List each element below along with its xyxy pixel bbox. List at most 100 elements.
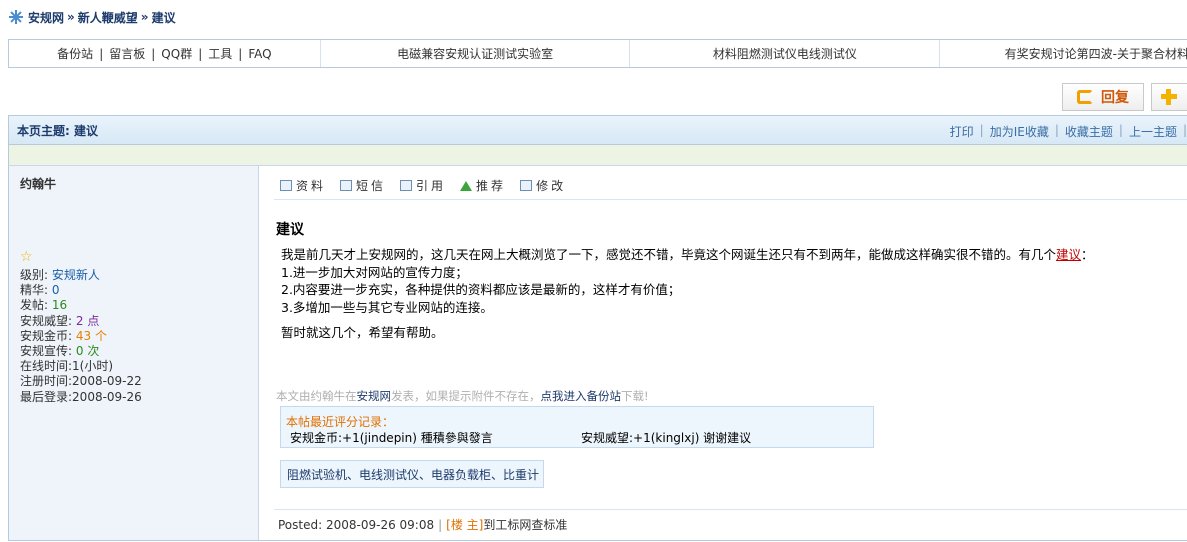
footer-divider	[274, 509, 1187, 510]
message-button[interactable]: 短信	[340, 177, 386, 194]
posted-time: 2008-09-26 09:08	[325, 518, 435, 532]
print-link[interactable]: 打印	[944, 123, 980, 140]
recommend-label: 推荐	[476, 179, 507, 193]
quote-button[interactable]: 引用	[400, 177, 446, 194]
level-label: 级别:	[20, 268, 49, 282]
post-toolbar: 资料 短信 引用 推荐 修改	[280, 177, 566, 194]
post-container: 约翰牛 ☆ 级别: 安规新人 精华: 0 发帖: 16 安规威望: 2 点 安规…	[8, 165, 1187, 541]
add-ie-favorite-link[interactable]: 加为IE收藏	[984, 123, 1055, 140]
previous-topic-link[interactable]: 上一主题	[1123, 123, 1183, 140]
breadcrumb-home-link[interactable]: 安规网	[28, 9, 64, 26]
topic-tools: 打印 | 加为IE收藏 | 收藏主题 | 上一主题 |	[944, 123, 1187, 140]
nav-ad-cell-2: 材料阻燃测试仪电线测试仪	[629, 40, 939, 67]
nav-ad-cell-1: 电磁兼容安规认证测试实验室	[319, 40, 630, 67]
breadcrumb-separator: »	[67, 10, 75, 24]
rating-entry-prestige: 安规威望:+1(kinglxj) 谢谢建议	[581, 431, 752, 445]
registered-value: 2008-09-22	[72, 374, 142, 389]
online-value: 1(小时)	[72, 359, 114, 374]
bookmark-topic-link[interactable]: 收藏主题	[1059, 123, 1119, 140]
prestige-value: 2 点	[75, 313, 100, 328]
nav-guestbook-link[interactable]: 留言板	[103, 45, 151, 62]
rating-record-box: 本帖最近评分记录： 安规金币:+1(jindepin) 種積參與發言 安规威望:…	[280, 406, 874, 448]
level-value: 安规新人	[51, 268, 100, 282]
source-note-part-3: 下载!	[621, 389, 649, 403]
nav-faq-link[interactable]: FAQ	[242, 47, 277, 61]
author-name[interactable]: 约翰牛	[20, 175, 56, 192]
nav-ad-emc-lab-link[interactable]: 电磁兼容安规认证测试实验室	[397, 45, 553, 62]
promo-value: 0 次	[75, 344, 100, 359]
profile-label: 资料	[296, 179, 327, 193]
post-line-1-suffix: ：	[1081, 247, 1094, 262]
rating-entry-coins: 安规金币:+1(jindepin) 種積參與發言	[290, 431, 493, 445]
coins-value: 43 个	[75, 328, 107, 343]
posts-value: 16	[51, 298, 68, 313]
edit-button[interactable]: 修改	[520, 177, 566, 194]
header-strip	[8, 145, 1187, 165]
nav-ad-discussion-link[interactable]: 有奖安规讨论第四波-关于聚合材料	[1005, 45, 1187, 62]
nav-links: 备份站 | 留言板 | QQ群 | 工具 | FAQ	[9, 40, 320, 67]
quote-icon	[400, 180, 413, 191]
post-line-2: 1.进一步加大对网站的宣传力度；	[281, 264, 468, 280]
reply-button[interactable]: 回复	[1062, 83, 1144, 111]
reply-icon	[1077, 90, 1093, 104]
recommend-button[interactable]: 推荐	[460, 177, 506, 194]
post-line-1-text: 我是前几天才上安规网的，这几天在网上大概浏览了一下，感觉还不错，毕竟这个网诞生还…	[281, 247, 1057, 262]
digest-label: 精华:	[20, 283, 49, 298]
nav-tools-link[interactable]: 工具	[202, 45, 238, 62]
post-line-3: 2.内容要进一步充实，各种提供的资料都应该是最新的，这样才有价值；	[281, 282, 681, 297]
reply-button-label: 回复	[1101, 90, 1129, 106]
author-stats: 级别: 安规新人 精华: 0 发帖: 16 安规威望: 2 点 安规金币: 43…	[20, 268, 142, 405]
topic-title: 本页主题: 建议	[17, 123, 98, 138]
toolbar-divider	[274, 199, 1187, 200]
edit-label: 修改	[536, 179, 567, 193]
profile-button[interactable]: 资料	[280, 177, 326, 194]
ad-box-link[interactable]: 阻燃试验机、电线测试仪、电器负载柜、比重计	[280, 460, 544, 488]
post-footer: Posted: 2008-09-26 09:08 | [楼 主]到工标网查标准	[278, 516, 567, 533]
asterisk-logo-icon	[8, 9, 24, 25]
online-label: 在线时间:	[20, 359, 73, 374]
tool-separator: |	[1182, 123, 1187, 137]
site-link[interactable]: 安规网	[357, 389, 392, 403]
post-line-4: 3.多增加一些与其它专业网站的连接。	[281, 299, 493, 315]
message-icon	[340, 180, 353, 191]
quote-label: 引用	[416, 179, 447, 193]
last-login-label: 最后登录:	[20, 389, 73, 404]
source-note-part-2: 发表，如果提示附件不存在，	[391, 389, 541, 403]
nav-backup-link[interactable]: 备份站	[51, 45, 99, 62]
digest-value: 0	[51, 283, 60, 298]
new-post-button[interactable]	[1151, 83, 1187, 111]
star-icon: ☆	[20, 249, 33, 265]
message-label: 短信	[356, 179, 387, 193]
post-content: 资料 短信 引用 推荐 修改 建议 我是前几天才上安规网的，这几天在网上大概浏览…	[260, 166, 1187, 540]
breadcrumb-separator: »	[140, 10, 149, 24]
breadcrumb-current: 建议	[151, 10, 176, 25]
nav-qq-group-link[interactable]: QQ群	[155, 45, 198, 62]
profile-icon	[280, 180, 292, 191]
author-panel: 约翰牛 ☆ 级别: 安规新人 精华: 0 发帖: 16 安规威望: 2 点 安规…	[9, 166, 259, 540]
owner-tag: [楼 主]	[446, 518, 484, 532]
backup-site-link[interactable]: 点我进入备份站	[541, 389, 622, 403]
posted-label: Posted:	[278, 518, 323, 532]
top-nav-bar: 备份站 | 留言板 | QQ群 | 工具 | FAQ 电磁兼容安规认证测试实验室…	[8, 39, 1187, 68]
post-body: 我是前几天才上安规网的，这几天在网上大概浏览了一下，感觉还不错，毕竟这个网诞生还…	[281, 246, 1187, 342]
recommend-up-arrow-icon	[460, 180, 473, 191]
nav-ad-cell-3: 有奖安规讨论第四波-关于聚合材料	[939, 40, 1187, 67]
source-note-part-1: 本文由约翰牛在	[276, 389, 357, 403]
topic-header: 本页主题: 建议 打印 | 加为IE收藏 | 收藏主题 | 上一主题 |	[8, 115, 1187, 145]
promo-label: 安规宣传:	[20, 344, 73, 359]
rating-title: 本帖最近评分记录：	[286, 415, 395, 429]
source-note: 本文由约翰牛在安规网发表，如果提示附件不存在，点我进入备份站下载!	[276, 388, 649, 404]
standards-link[interactable]: 到工标网查标准	[483, 518, 567, 532]
post-line-1: 我是前几天才上安规网的，这几天在网上大概浏览了一下，感觉还不错，毕竟这个网诞生还…	[281, 246, 1187, 264]
last-login-value: 2008-09-26	[72, 389, 142, 404]
footer-separator: |	[438, 518, 443, 532]
post-line-5: 暂时就这几个，希望有帮助。	[281, 325, 444, 340]
breadcrumb-forum-link[interactable]: 新人鞭威望	[78, 9, 138, 26]
nav-ad-flame-tester-link[interactable]: 材料阻燃测试仪电线测试仪	[713, 45, 857, 62]
post-title: 建议	[276, 222, 304, 238]
keyword-link[interactable]: 建议	[1056, 247, 1081, 262]
prestige-label: 安规威望:	[20, 313, 73, 328]
posts-label: 发帖:	[20, 298, 49, 313]
breadcrumb: 安规网 » 新人鞭威望 » 建议	[8, 9, 176, 25]
